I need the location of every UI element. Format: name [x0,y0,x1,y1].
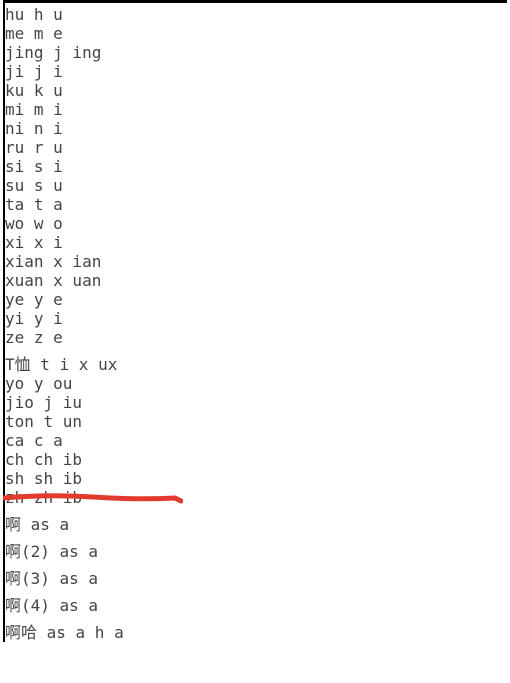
entry: ji j i [5,62,507,81]
entry: ru r u [5,138,507,157]
entry: xian x ian [5,252,507,271]
blank-line [5,561,507,569]
entry: 啊 as a [5,515,507,534]
entry: ta t a [5,195,507,214]
entry: ca c a [5,431,507,450]
blank-line [5,615,507,623]
entry: ch ch ib [5,450,507,469]
entry: xuan x uan [5,271,507,290]
entry: ye y e [5,290,507,309]
entry: hu h u [5,5,507,24]
entry: ze z e [5,328,507,347]
blank-line [5,534,507,542]
entry: jing j ing [5,43,507,62]
blank-line [5,588,507,596]
entry: sh sh ib [5,469,507,488]
entry: ton t un [5,412,507,431]
entry: si s i [5,157,507,176]
entry: yo y ou [5,374,507,393]
text-sheet: hu h u me m e jing j ing ji j i ku k u m… [3,0,507,642]
entry: 啊哈 as a h a [5,623,507,642]
blank-line [5,507,507,515]
entry: 啊(4) as a [5,596,507,615]
entry: xi x i [5,233,507,252]
entry: 啊(3) as a [5,569,507,588]
entry: su s u [5,176,507,195]
entry: mi m i [5,100,507,119]
entry: wo w o [5,214,507,233]
entry: zh zh ib [5,488,507,507]
entry: ni n i [5,119,507,138]
entry: me m e [5,24,507,43]
entry: 啊(2) as a [5,542,507,561]
entry: T恤 t i x ux [5,355,507,374]
entry: ku k u [5,81,507,100]
blank-line [5,347,507,355]
entry: yi y i [5,309,507,328]
entry: jio j iu [5,393,507,412]
